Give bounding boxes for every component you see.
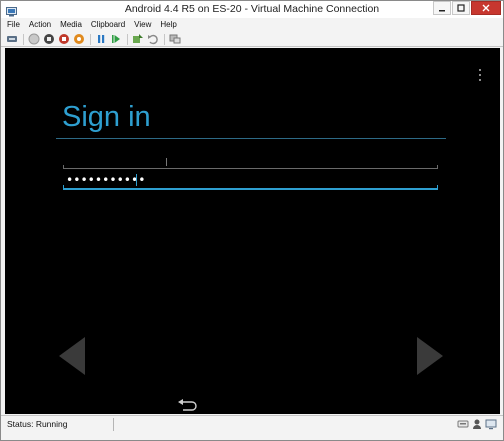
turn-off-icon[interactable] — [43, 33, 55, 45]
field-left-cap — [63, 185, 64, 189]
password-text-caret — [136, 174, 137, 186]
enhanced-session-icon[interactable] — [169, 33, 181, 45]
checkpoint-icon[interactable] — [132, 33, 144, 45]
menu-view[interactable]: View — [134, 18, 151, 32]
previous-arrow-icon[interactable] — [59, 337, 87, 375]
menu-help[interactable]: Help — [160, 18, 176, 32]
field-right-cap — [437, 185, 438, 189]
status-bar: Status: Running — [1, 415, 503, 433]
minimize-icon[interactable] — [433, 1, 451, 15]
toolbar-separator — [164, 33, 165, 45]
field-left-cap — [63, 165, 64, 169]
ctrl-alt-del-icon[interactable] — [6, 33, 18, 45]
vm-display[interactable]: Sign in ••••••••••• — [5, 48, 500, 414]
menu-file[interactable]: File — [7, 18, 20, 32]
menu-media[interactable]: Media — [60, 18, 82, 32]
toolbar — [1, 32, 503, 47]
start-icon[interactable] — [28, 33, 40, 45]
email-field[interactable] — [63, 157, 438, 169]
close-icon[interactable] — [471, 1, 501, 15]
back-icon[interactable] — [177, 398, 197, 411]
toolbar-separator — [23, 33, 24, 45]
overflow-menu-icon[interactable] — [478, 68, 482, 81]
window-title: Android 4.4 R5 on ES-20 - Virtual Machin… — [124, 3, 380, 15]
vm-connection-window: Android 4.4 R5 on ES-20 - Virtual Machin… — [0, 0, 504, 441]
status-text: Status: Running — [7, 419, 68, 429]
pause-icon[interactable] — [95, 33, 107, 45]
toolbar-separator — [127, 33, 128, 45]
toolbar-separator — [90, 33, 91, 45]
reset-icon[interactable] — [110, 33, 122, 45]
field-right-cap — [437, 165, 438, 169]
next-arrow-icon[interactable] — [415, 337, 443, 375]
revert-icon[interactable] — [147, 33, 159, 45]
menu-bar: File Action Media Clipboard View Help — [1, 18, 503, 32]
window-controls — [432, 1, 501, 17]
title-bar[interactable]: Android 4.4 R5 on ES-20 - Virtual Machin… — [1, 1, 503, 18]
email-text-caret — [166, 158, 167, 166]
keyboard-icon — [457, 418, 469, 430]
display-icon — [485, 418, 497, 430]
menu-action[interactable]: Action — [29, 18, 51, 32]
save-icon[interactable] — [73, 33, 85, 45]
password-value: ••••••••••• — [66, 173, 146, 187]
status-icons — [457, 418, 497, 430]
status-divider — [113, 418, 114, 431]
restore-icon[interactable] — [452, 1, 470, 15]
heading-divider — [56, 138, 446, 139]
sign-in-heading: Sign in — [62, 101, 151, 133]
menu-clipboard[interactable]: Clipboard — [91, 18, 125, 32]
shut-down-icon[interactable] — [58, 33, 70, 45]
password-field[interactable]: ••••••••••• — [63, 173, 438, 190]
user-lock-icon — [471, 418, 483, 430]
